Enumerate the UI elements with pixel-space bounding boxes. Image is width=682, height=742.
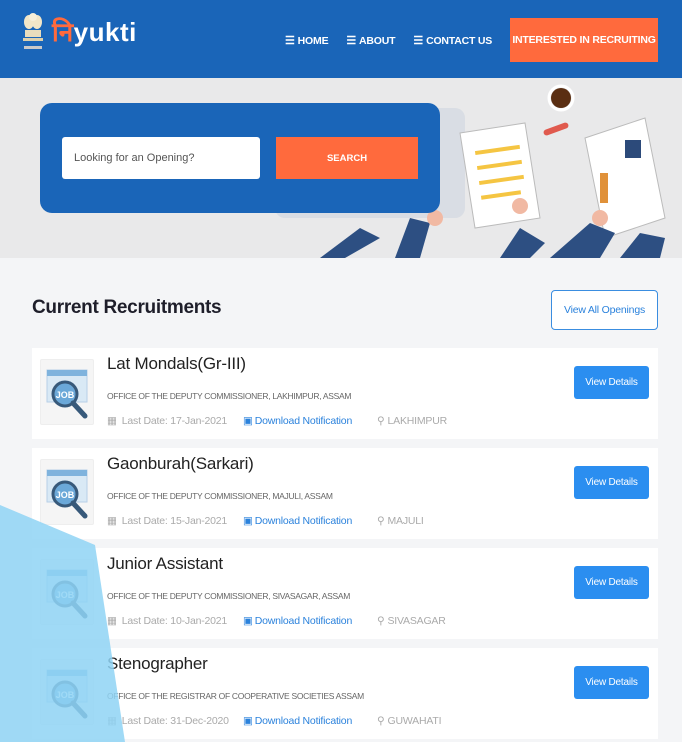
- thumb-label: JOB: [56, 390, 75, 400]
- menu-bars-icon: ☰: [285, 35, 295, 47]
- nav-contact-label: CONTACT US: [426, 34, 493, 47]
- job-magnifier-icon: JOB: [40, 559, 94, 625]
- location-text: MAJULI: [387, 515, 424, 527]
- nav-about[interactable]: ☰ ABOUT: [346, 34, 396, 48]
- thumb-label: JOB: [56, 490, 75, 500]
- main-nav: ☰ HOME ☰ ABOUT ☰ CONTACT US: [285, 34, 493, 48]
- job-card: JOB Gaonburah(Sarkari) OFFICE OF THE DEP…: [32, 448, 658, 539]
- logo[interactable]: निyukti: [20, 8, 137, 54]
- nav-home[interactable]: ☰ HOME: [285, 34, 329, 48]
- job-location: ⚲ GUWAHATI: [377, 715, 442, 727]
- job-meta: ▦ Last Date: 10-Jan-2021 ▣ Download Notifi…: [107, 615, 446, 627]
- job-org: OFFICE OF THE DEPUTY COMMISSIONER, MAJUL…: [107, 491, 333, 501]
- nav-about-label: ABOUT: [359, 34, 396, 47]
- brand-accent: नि: [52, 17, 74, 47]
- download-text: Download Notification: [254, 515, 353, 527]
- job-title[interactable]: Lat Mondals(Gr-III): [107, 354, 246, 374]
- map-marker-icon: ⚲: [377, 415, 385, 427]
- job-card: JOB Lat Mondals(Gr-III) OFFICE OF THE DE…: [32, 348, 658, 439]
- job-magnifier-icon: JOB: [40, 659, 94, 725]
- download-text: Download Notification: [254, 615, 353, 627]
- job-location: ⚲ MAJULI: [377, 515, 424, 527]
- job-meta: ▦ Last Date: 15-Jan-2021 ▣ Download Notifi…: [107, 515, 424, 527]
- job-magnifier-icon: JOB: [40, 359, 94, 425]
- last-date-text: Last Date: 17-Jan-2021: [121, 415, 228, 427]
- brand-name: निyukti: [52, 13, 137, 49]
- calendar-icon: ▦: [107, 615, 117, 627]
- job-magnifier-icon: JOB: [40, 459, 94, 525]
- thumb-label: JOB: [56, 590, 75, 600]
- view-all-openings-button[interactable]: View All Openings: [551, 290, 658, 330]
- search-button[interactable]: SEARCH: [276, 137, 418, 179]
- map-marker-icon: ⚲: [377, 715, 385, 727]
- job-title[interactable]: Junior Assistant: [107, 554, 223, 574]
- interested-recruiting-button[interactable]: INTERESTED IN RECRUITING: [510, 18, 658, 62]
- view-details-button[interactable]: View Details: [574, 566, 649, 599]
- download-text: Download Notification: [254, 715, 353, 727]
- last-date-text: Last Date: 15-Jan-2021: [121, 515, 228, 527]
- pdf-icon: ▣: [243, 415, 253, 427]
- calendar-icon: ▦: [107, 515, 117, 527]
- download-notification-link[interactable]: ▣ Download Notification: [243, 515, 377, 527]
- job-last-date: ▦ Last Date: 10-Jan-2021: [107, 615, 243, 627]
- map-marker-icon: ⚲: [377, 615, 385, 627]
- download-text: Download Notification: [254, 415, 353, 427]
- job-title[interactable]: Stenographer: [107, 654, 208, 674]
- job-location: ⚲ LAKHIMPUR: [377, 415, 447, 427]
- download-notification-link[interactable]: ▣ Download Notification: [243, 715, 377, 727]
- job-org: OFFICE OF THE REGISTRAR OF COOPERATIVE S…: [107, 691, 364, 701]
- nav-home-label: HOME: [297, 34, 329, 47]
- brand-rest: yukti: [73, 17, 137, 47]
- location-text: LAKHIMPUR: [387, 415, 448, 427]
- job-meta: ▦ Last Date: 31-Dec-2020 ▣ Download Notifi…: [107, 715, 442, 727]
- job-org: OFFICE OF THE DEPUTY COMMISSIONER, LAKHI…: [107, 391, 352, 401]
- job-last-date: ▦ Last Date: 17-Jan-2021: [107, 415, 243, 427]
- location-text: SIVASAGAR: [387, 615, 446, 627]
- job-org: OFFICE OF THE DEPUTY COMMISSIONER, SIVAS…: [107, 591, 351, 601]
- section-title: Current Recruitments: [32, 297, 222, 318]
- pdf-icon: ▣: [243, 615, 253, 627]
- pdf-icon: ▣: [243, 715, 253, 727]
- job-card: JOB Junior Assistant OFFICE OF THE DEPUT…: [32, 548, 658, 639]
- last-date-text: Last Date: 10-Jan-2021: [121, 615, 228, 627]
- last-date-text: Last Date: 31-Dec-2020: [121, 715, 229, 727]
- emblem-icon: [20, 8, 46, 54]
- job-meta: ▦ Last Date: 17-Jan-2021 ▣ Download Notifi…: [107, 415, 447, 427]
- view-details-button[interactable]: View Details: [574, 666, 649, 699]
- search-panel: SEARCH: [40, 103, 440, 213]
- search-input[interactable]: [62, 137, 260, 179]
- hero-banner: SEARCH: [0, 78, 682, 258]
- nav-contact[interactable]: ☰ CONTACT US: [413, 34, 493, 48]
- pdf-icon: ▣: [243, 515, 253, 527]
- job-title[interactable]: Gaonburah(Sarkari): [107, 454, 254, 474]
- job-last-date: ▦ Last Date: 15-Jan-2021: [107, 515, 243, 527]
- view-details-button[interactable]: View Details: [574, 466, 649, 499]
- menu-bars-icon: ☰: [346, 35, 357, 47]
- job-location: ⚲ SIVASAGAR: [377, 615, 446, 627]
- download-notification-link[interactable]: ▣ Download Notification: [243, 415, 377, 427]
- calendar-icon: ▦: [107, 715, 117, 727]
- download-notification-link[interactable]: ▣ Download Notification: [243, 615, 377, 627]
- job-card: JOB Stenographer OFFICE OF THE REGISTRAR…: [32, 648, 658, 739]
- thumb-label: JOB: [56, 690, 75, 700]
- menu-bars-icon: ☰: [413, 35, 424, 47]
- job-last-date: ▦ Last Date: 31-Dec-2020: [107, 715, 243, 727]
- location-text: GUWAHATI: [387, 715, 442, 727]
- site-header: निyukti ☰ HOME ☰ ABOUT ☰ CONTACT US INTERES…: [0, 0, 682, 78]
- map-marker-icon: ⚲: [377, 515, 385, 527]
- view-details-button[interactable]: View Details: [574, 366, 649, 399]
- calendar-icon: ▦: [107, 415, 117, 427]
